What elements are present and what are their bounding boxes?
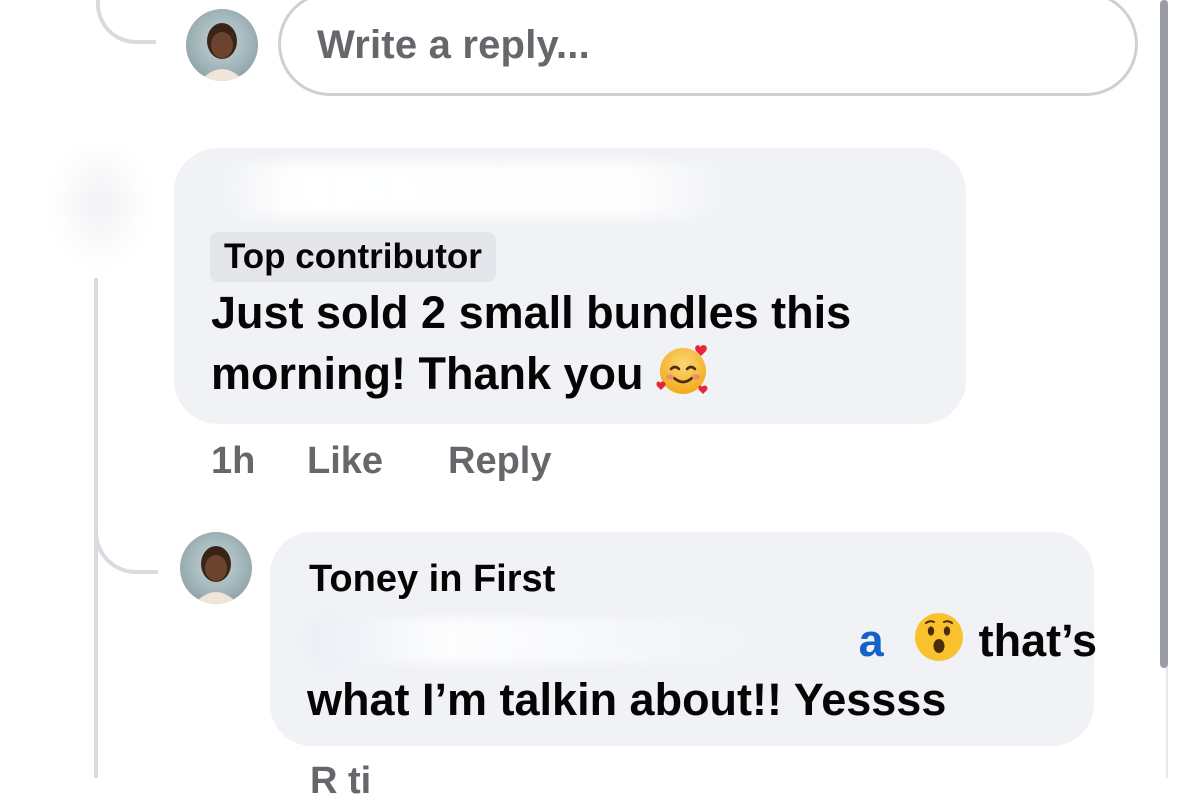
top-contributor-badge: Top contributor bbox=[210, 232, 496, 282]
thread-line-reply-branch bbox=[94, 480, 158, 574]
thread-line-top bbox=[96, 0, 156, 44]
face-with-open-mouth-icon bbox=[912, 610, 966, 664]
comment-text: Just sold 2 small bundles this morning! … bbox=[211, 287, 852, 399]
mention-obscured[interactable] bbox=[307, 618, 777, 664]
scrollbar-thumb[interactable] bbox=[1160, 0, 1168, 668]
like-button[interactable]: Like bbox=[307, 440, 383, 483]
reply-author-avatar[interactable] bbox=[180, 532, 252, 604]
reply-input-placeholder: Write a reply... bbox=[317, 23, 590, 67]
reply-input[interactable]: Write a reply... bbox=[278, 0, 1138, 96]
truncated-meta-text: R ti bbox=[310, 760, 372, 802]
comment-timestamp[interactable]: 1h bbox=[211, 440, 255, 483]
reply-author-name[interactable]: Toney in First bbox=[309, 558, 555, 601]
mention-link[interactable]: a bbox=[859, 615, 884, 666]
reply-bubble[interactable]: Toney in First a that’s what I’m talkin … bbox=[270, 532, 1097, 746]
reply-text-line-1: a that’s bbox=[307, 610, 1097, 670]
comment-bubble[interactable]: Top contributor Just sold 2 small bundle… bbox=[174, 148, 966, 424]
reply-text-part: that’s bbox=[978, 615, 1097, 666]
current-user-avatar[interactable] bbox=[186, 9, 258, 81]
reply-button[interactable]: Reply bbox=[448, 440, 551, 483]
reply-text-line-2: what I’m talkin about!! Yessss bbox=[307, 674, 947, 725]
smiling-face-with-hearts-icon bbox=[656, 343, 710, 397]
commenter-avatar[interactable] bbox=[50, 150, 150, 270]
commenter-name-obscured bbox=[214, 162, 734, 218]
